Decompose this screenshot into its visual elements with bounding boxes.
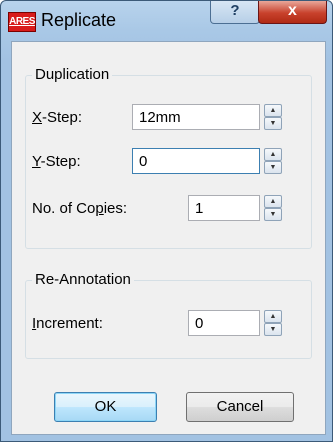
increment-field[interactable] (188, 310, 260, 336)
down-arrow-icon[interactable]: ▼ (264, 323, 282, 336)
y-step-label: Y-Step: (32, 153, 81, 170)
replicate-dialog: ARES Replicate ? x Duplication X-Step: ▲… (0, 0, 333, 442)
ok-button[interactable]: OK (54, 392, 157, 422)
title-bar[interactable]: ARES Replicate ? x (1, 1, 332, 41)
duplication-group: Duplication X-Step: ▲ ▼ Y-Step: ▲ ▼ No. … (25, 66, 312, 249)
increment-input[interactable] (189, 311, 259, 335)
y-step-field[interactable] (132, 148, 260, 174)
up-arrow-icon[interactable]: ▲ (264, 195, 282, 208)
help-button[interactable]: ? (210, 1, 260, 24)
reannotation-group: Re-Annotation Increment: ▲ ▼ (25, 271, 312, 359)
x-step-label: X-Step: (32, 109, 83, 126)
down-arrow-icon[interactable]: ▼ (264, 117, 282, 130)
down-arrow-icon[interactable]: ▼ (264, 208, 282, 221)
dialog-body: Duplication X-Step: ▲ ▼ Y-Step: ▲ ▼ No. … (11, 41, 326, 435)
y-step-input[interactable] (133, 149, 259, 173)
increment-spinner[interactable]: ▲ ▼ (264, 310, 282, 336)
down-arrow-icon[interactable]: ▼ (264, 161, 282, 174)
up-arrow-icon[interactable]: ▲ (264, 104, 282, 117)
copies-field[interactable] (188, 195, 260, 221)
copies-spinner[interactable]: ▲ ▼ (264, 195, 282, 221)
y-step-spinner[interactable]: ▲ ▼ (264, 148, 282, 174)
x-step-field[interactable] (132, 104, 260, 130)
copies-input[interactable] (189, 196, 259, 220)
app-icon: ARES (8, 12, 36, 32)
cancel-button[interactable]: Cancel (186, 392, 294, 422)
up-arrow-icon[interactable]: ▲ (264, 148, 282, 161)
reannotation-group-title: Re-Annotation (32, 271, 134, 288)
close-button[interactable]: x (258, 1, 327, 24)
x-step-spinner[interactable]: ▲ ▼ (264, 104, 282, 130)
window-title: Replicate (41, 10, 117, 30)
x-step-input[interactable] (133, 105, 259, 129)
duplication-group-title: Duplication (32, 66, 113, 83)
increment-label: Increment: (32, 315, 103, 332)
copies-label: No. of Copies: (32, 200, 128, 217)
up-arrow-icon[interactable]: ▲ (264, 310, 282, 323)
